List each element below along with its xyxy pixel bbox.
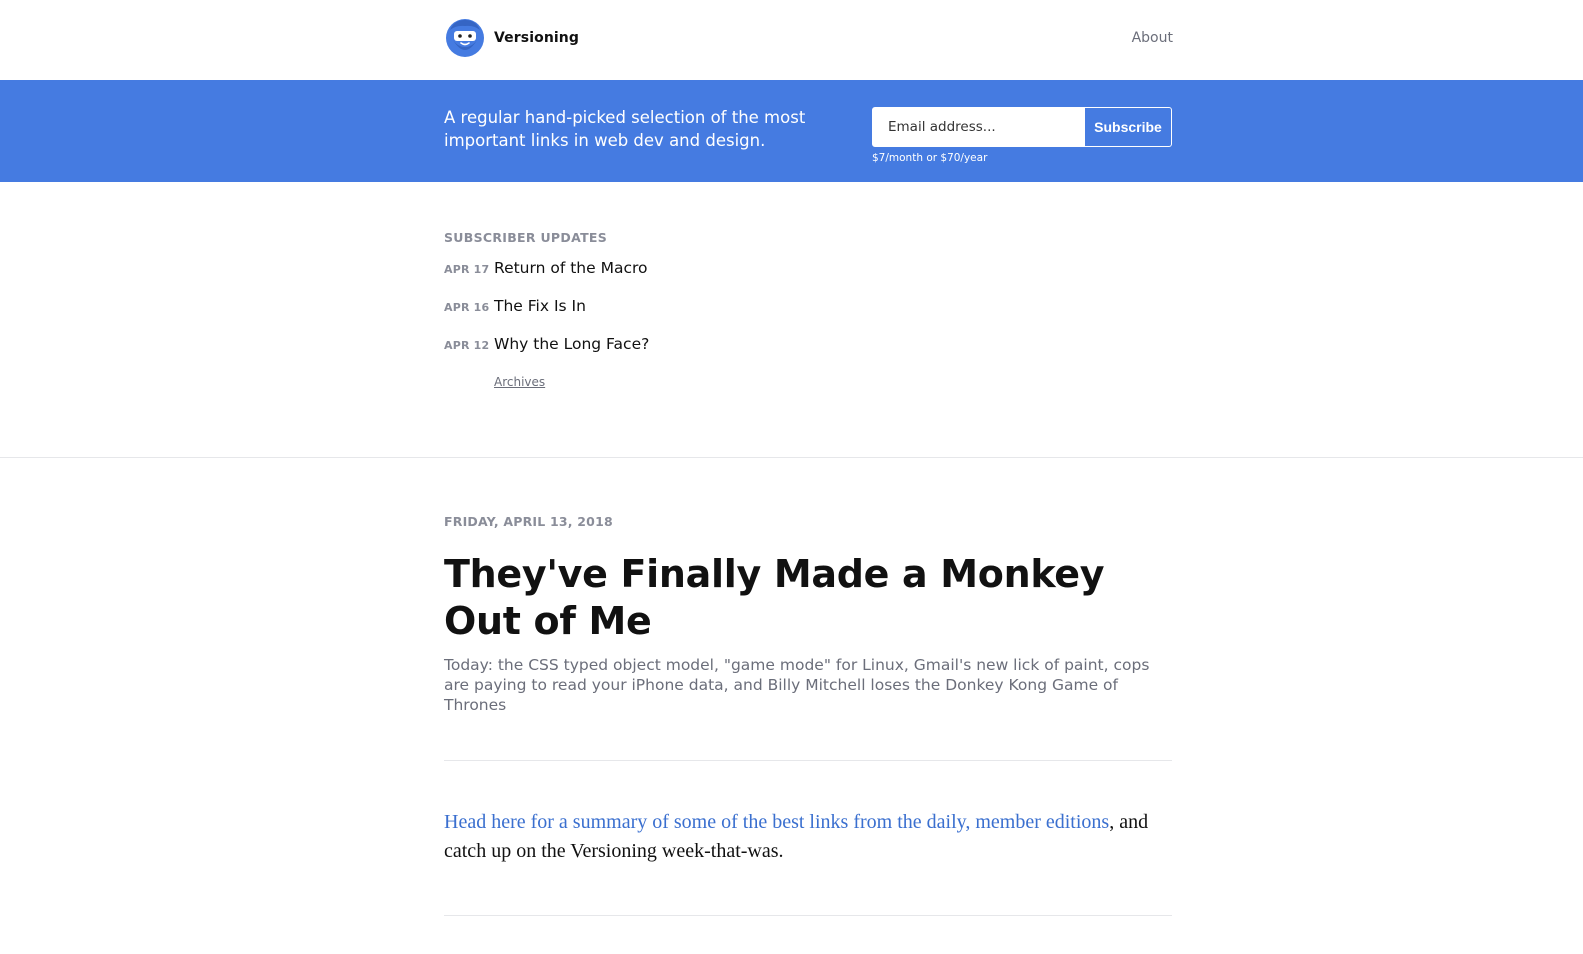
- site-header: Versioning About: [0, 0, 1583, 80]
- brand-home-link[interactable]: Versioning: [444, 16, 579, 60]
- update-date: APR 12: [444, 339, 490, 352]
- content-divider: [444, 760, 1172, 761]
- brand-name: Versioning: [494, 30, 579, 46]
- update-date: APR 16: [444, 301, 490, 314]
- update-title-link[interactable]: The Fix Is In: [494, 297, 586, 315]
- bearded-face-logo-icon: [446, 19, 484, 57]
- update-date: APR 17: [444, 263, 490, 276]
- update-title-link[interactable]: Why the Long Face?: [494, 335, 649, 353]
- email-field[interactable]: [873, 108, 1084, 146]
- list-item: APR 12 Why the Long Face?: [444, 335, 1164, 373]
- content-divider: [444, 915, 1172, 916]
- nav-about-link[interactable]: About: [1132, 30, 1173, 46]
- update-title-link[interactable]: Return of the Macro: [494, 259, 648, 277]
- subscriber-updates: SUBSCRIBER UPDATES APR 17 Return of the …: [444, 230, 1164, 391]
- subscribe-form: Subscribe: [872, 107, 1172, 147]
- section-divider: [0, 457, 1583, 458]
- post-date: FRIDAY, APRIL 13, 2018: [444, 514, 613, 529]
- subscribe-banner: A regular hand-picked selection of the m…: [0, 80, 1583, 182]
- archives-link[interactable]: Archives: [494, 375, 545, 389]
- summary-link[interactable]: Head here for a summary of some of the b…: [444, 811, 1109, 833]
- article-intro: Head here for a summary of some of the b…: [444, 808, 1174, 866]
- update-list: APR 17 Return of the Macro APR 16 The Fi…: [444, 259, 1164, 373]
- price-note: $7/month or $70/year: [872, 152, 988, 164]
- list-item: APR 17 Return of the Macro: [444, 259, 1164, 297]
- post-summary: Today: the CSS typed object model, "game…: [444, 656, 1150, 714]
- tagline: A regular hand-picked selection of the m…: [444, 108, 806, 150]
- subscribe-button[interactable]: Subscribe: [1084, 108, 1171, 146]
- updates-heading: SUBSCRIBER UPDATES: [444, 230, 608, 245]
- page-title: They've Finally Made a Monkey Out of Me: [444, 552, 1105, 643]
- list-item: APR 16 The Fix Is In: [444, 297, 1164, 335]
- article: FRIDAY, APRIL 13, 2018 They've Finally M…: [444, 514, 1174, 715]
